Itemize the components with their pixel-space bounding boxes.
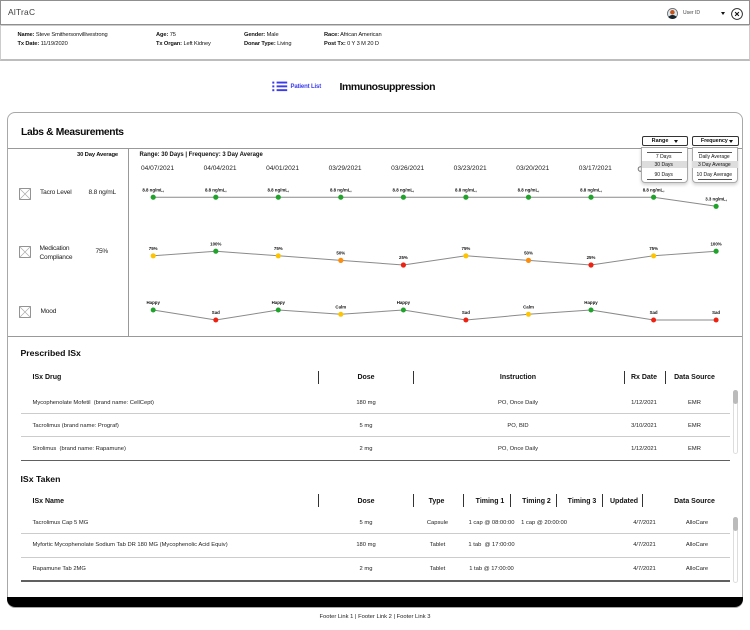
svg-text:50%: 50% [336, 251, 345, 256]
svg-text:75%: 75% [649, 246, 658, 251]
svg-text:Happy: Happy [146, 300, 160, 305]
svg-text:75%: 75% [274, 246, 283, 251]
svg-text:8.8 ng/mL,: 8.8 ng/mL, [205, 187, 227, 192]
svg-text:8.8 ng/mL,: 8.8 ng/mL, [142, 187, 164, 192]
svg-text:Sad: Sad [712, 310, 720, 315]
svg-text:Sad: Sad [212, 310, 220, 315]
svg-text:8.8 ng/mL,: 8.8 ng/mL, [393, 187, 415, 192]
svg-text:Sad: Sad [650, 310, 658, 315]
svg-text:25%: 25% [399, 255, 408, 260]
svg-text:Happy: Happy [397, 300, 411, 305]
svg-text:100%: 100% [710, 241, 721, 246]
svg-text:Calm: Calm [335, 304, 346, 309]
svg-text:8.8 ng/mL,: 8.8 ng/mL, [455, 187, 477, 192]
svg-text:Calm: Calm [523, 304, 534, 309]
svg-text:8.8 ng/mL,: 8.8 ng/mL, [267, 187, 289, 192]
svg-text:Sad: Sad [462, 310, 470, 315]
svg-text:8.8 ng/mL,: 8.8 ng/mL, [330, 187, 352, 192]
svg-text:Happy: Happy [272, 300, 286, 305]
svg-text:75%: 75% [149, 246, 158, 251]
svg-text:50%: 50% [524, 251, 533, 256]
svg-text:25%: 25% [587, 255, 596, 260]
svg-text:8.8 ng/mL,: 8.8 ng/mL, [643, 187, 665, 192]
svg-text:8.8 ng/mL,: 8.8 ng/mL, [518, 187, 540, 192]
svg-text:Happy: Happy [584, 300, 598, 305]
svg-text:8.8 ng/mL,: 8.8 ng/mL, [580, 187, 602, 192]
svg-text:3.3 ng/mL,: 3.3 ng/mL, [705, 196, 727, 201]
svg-text:100%: 100% [210, 241, 221, 246]
svg-text:75%: 75% [462, 246, 471, 251]
